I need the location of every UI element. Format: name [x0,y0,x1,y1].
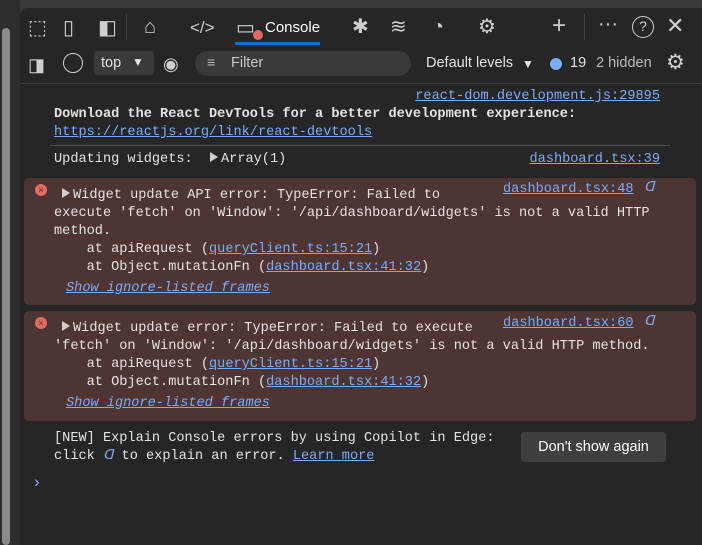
paren: ) [421,375,430,390]
show-ignored-frames-link[interactable]: Show ignore-listed frames [66,395,270,413]
scrollbar[interactable] [2,28,10,545]
more-icon[interactable]: ··· [598,14,618,34]
messages-icon [550,58,562,70]
show-sidebar-icon[interactable]: ◨ [28,55,45,75]
memory-chip-icon[interactable]: ⚙ [478,17,496,37]
stack-link[interactable]: queryClient.ts:15:21 [209,242,372,257]
filter-icon: ≡ [207,54,216,70]
error-message: × Widget update API error: TypeError: Fa… [24,178,696,305]
sources-bug-icon[interactable]: ✱ [352,17,369,37]
array-toggle[interactable]: Array(1) [210,151,286,169]
error-text: execute 'fetch' on 'Window': '/api/dashb… [54,206,650,221]
home-icon[interactable]: ⌂ [144,17,156,37]
tab-console-label: Console [265,19,321,36]
copilot-explain-icon[interactable]: ᗡ [644,180,654,198]
error-text: Widget update error: TypeError: Failed t… [73,321,473,336]
copilot-tip: [NEW] Explain Console errors by using Co… [20,428,702,488]
paren: ) [372,242,381,257]
live-expression-eye-icon[interactable]: ◉ [163,54,179,74]
copilot-explain-icon[interactable]: ᗡ [644,314,654,332]
help-icon[interactable]: ? [632,16,654,38]
expand-toggle[interactable] [62,188,70,198]
log-levels-dropdown[interactable]: Default levels ▼ [424,54,540,74]
filter-input[interactable]: ≡ Filter [195,51,411,76]
chevron-down-icon: ▼ [132,55,144,69]
array-preview: Array(1) [221,152,287,167]
message-count[interactable]: 19 [570,55,586,71]
error-icon: × [35,184,47,196]
context-value: top [101,55,122,71]
show-ignored-frames-link[interactable]: Show ignore-listed frames [66,280,270,298]
source-link[interactable]: dashboard.tsx:48 [503,181,634,199]
sidebar-toggle-icon[interactable]: ◧ [98,18,117,38]
stack-frame: at apiRequest ( [54,242,209,257]
add-tab-icon[interactable]: + [552,14,566,38]
levels-label: Default levels [426,55,514,71]
console-prompt-icon[interactable]: › [34,472,40,492]
device-emulation-icon[interactable]: ▯ [63,18,74,38]
hidden-count: 2 hidden [596,55,652,71]
expand-toggle[interactable] [62,321,70,331]
error-text: method. [54,224,112,239]
devtools-link[interactable]: https://reactjs.org/link/react-devtools [54,124,372,142]
clear-console-icon[interactable] [63,53,83,73]
tip-text: to explain an error. [113,449,293,464]
stack-frame: at Object.mutationFn ( [54,375,267,390]
paren: ) [421,260,430,275]
stack-frame: at apiRequest ( [54,357,209,372]
tip-text: click [54,449,103,464]
source-link[interactable]: react-dom.development.js:29895 [415,88,660,106]
inspect-icon[interactable]: ⬚ [28,18,47,38]
tab-bar: ⬚ ▯ ◧ ⌂ </> ▭ Console ✱ ≋ ◔ ⚙ + ··· ? ✕ [20,8,702,46]
error-message: × Widget update error: TypeError: Failed… [24,311,696,421]
log-message: Download the React DevTools for a better… [54,107,577,122]
close-icon[interactable]: ✕ [666,15,684,37]
stack-link[interactable]: dashboard.tsx:41:32 [266,260,421,275]
devtools-panel: ⬚ ▯ ◧ ⌂ </> ▭ Console ✱ ≋ ◔ ⚙ + ··· ? ✕ … [20,8,702,545]
source-link[interactable]: dashboard.tsx:60 [503,315,634,333]
copilot-icon: ᗡ [102,449,114,464]
filter-placeholder: Filter [231,55,264,71]
paren: ) [372,357,381,372]
context-select[interactable]: top ▼ [94,51,154,75]
stack-link[interactable]: queryClient.ts:15:21 [209,357,372,372]
stack-frame: at Object.mutationFn ( [54,260,267,275]
error-text: Widget update API error: TypeError: Fail… [73,188,441,203]
tab-console[interactable]: ▭ Console [235,8,356,46]
console-toolbar: ◨ top ▼ ◉ ≡ Filter Default levels ▼ 19 2… [20,46,702,84]
chevron-down-icon: ▼ [522,57,534,71]
error-text: 'fetch' on 'Window': '/api/dashboard/wid… [54,339,650,354]
error-icon: × [35,317,47,329]
learn-more-link[interactable]: Learn more [293,449,375,464]
tip-text: [NEW] Explain Console errors by using Co… [54,431,495,446]
network-wifi-icon[interactable]: ≋ [390,17,407,37]
stack-link[interactable]: dashboard.tsx:41:32 [266,375,421,390]
settings-gear-icon[interactable]: ⚙ [666,52,685,73]
dont-show-again-button[interactable]: Don't show again [521,432,666,462]
performance-gauge-icon[interactable]: ◔ [432,17,444,37]
left-edge [0,0,20,545]
source-link[interactable]: dashboard.tsx:39 [529,151,660,169]
elements-icon[interactable]: </> [190,18,215,38]
log-message: Updating widgets: [54,152,201,167]
